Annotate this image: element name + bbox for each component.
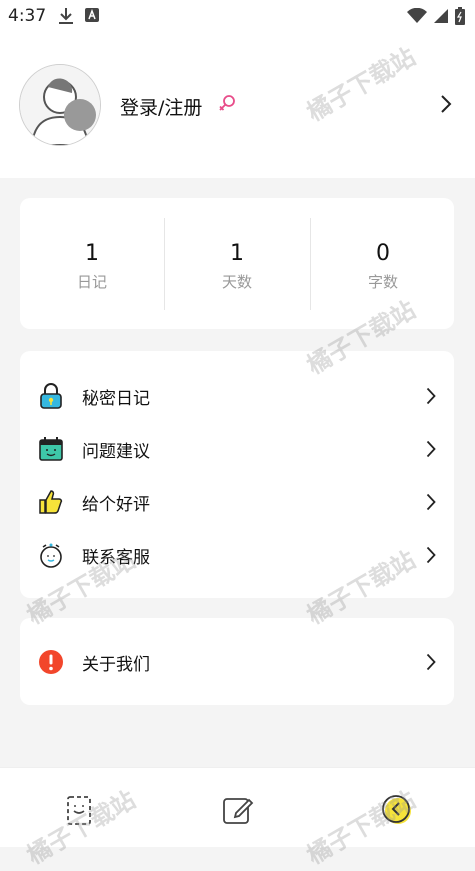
calendar-face-icon [38, 436, 64, 462]
stat-label: 日记 [76, 273, 107, 291]
lock-icon [38, 383, 64, 409]
menu-item-about-us[interactable]: 关于我们 [20, 636, 454, 688]
about-card: 关于我们 [20, 618, 454, 705]
default-avatar-icon [20, 65, 100, 145]
exclamation-icon [38, 649, 64, 675]
stat-value: 1 [230, 241, 244, 266]
menu-label: 问题建议 [82, 442, 150, 462]
nav-write[interactable] [217, 790, 257, 830]
stat-value: 0 [376, 241, 390, 266]
stat-value: 1 [85, 241, 99, 266]
alarm-clock-icon [38, 542, 64, 568]
status-icons-right [407, 7, 465, 29]
thumbs-up-icon [38, 489, 64, 515]
stat-word-count: 0 字数 [311, 198, 455, 329]
menu-label: 给个好评 [82, 495, 150, 515]
chevron-right-icon [426, 387, 436, 409]
avatar[interactable] [19, 64, 101, 146]
female-symbol-icon [218, 94, 236, 118]
signal-icon [433, 8, 449, 28]
profile-active-icon [382, 795, 411, 824]
menu-card: 秘密日记 问题建议 给个好评 联系客服 [20, 351, 454, 598]
status-bar: 4:37 [0, 0, 475, 34]
menu-label: 秘密日记 [82, 389, 150, 409]
stat-label: 字数 [367, 273, 398, 291]
menu-item-feedback[interactable]: 问题建议 [20, 423, 454, 475]
stat-day-count: 1 天数 [165, 198, 309, 329]
chevron-right-icon[interactable] [440, 94, 452, 118]
nav-profile[interactable] [376, 790, 416, 830]
menu-label: 联系客服 [82, 548, 150, 568]
wifi-icon [407, 7, 427, 28]
menu-item-secret-diary[interactable]: 秘密日记 [20, 370, 454, 422]
battery-icon [455, 7, 465, 29]
stat-diary-count: 1 日记 [20, 198, 164, 329]
chevron-right-icon [426, 493, 436, 515]
chevron-right-icon [426, 546, 436, 568]
profile-header[interactable]: 登录/注册 [0, 34, 475, 178]
chevron-right-icon [426, 653, 436, 675]
download-icon [58, 7, 74, 29]
edit-icon [223, 798, 254, 824]
stat-label: 天数 [221, 273, 252, 291]
diary-book-icon [67, 796, 91, 825]
nav-diary-list[interactable] [59, 790, 99, 830]
menu-item-rate-app[interactable]: 给个好评 [20, 476, 454, 528]
login-register-link[interactable]: 登录/注册 [120, 93, 202, 120]
menu-item-contact-support[interactable]: 联系客服 [20, 529, 454, 581]
app-notification-icon [84, 7, 100, 29]
status-icons-left [58, 7, 100, 29]
menu-label: 关于我们 [82, 655, 150, 675]
stats-card: 1 日记 1 天数 0 字数 [20, 198, 454, 329]
status-time: 4:37 [8, 6, 47, 26]
bottom-nav [0, 767, 475, 847]
chevron-right-icon [426, 440, 436, 462]
